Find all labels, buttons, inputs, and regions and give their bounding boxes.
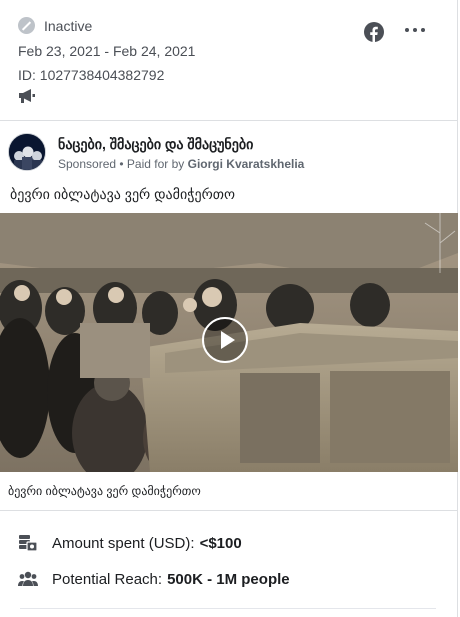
ad-card: Inactive Feb 23, 2021 - Feb 24, 2021 ID:… [0, 0, 458, 617]
status-row: Inactive [18, 17, 92, 34]
divider [0, 510, 458, 511]
amount-spent-value: <$100 [199, 534, 242, 552]
megaphone-icon [19, 89, 35, 103]
divider [0, 120, 458, 121]
amount-spent-row: Amount spent (USD): <$100 [18, 534, 242, 552]
potential-reach-value: 500K - 1M people [167, 570, 290, 588]
facebook-icon[interactable] [364, 22, 384, 42]
sponsored-label: Sponsored [58, 157, 117, 171]
people-icon [18, 571, 38, 586]
ad-id: ID: 1027738404382792 [18, 67, 165, 83]
sponsored-line: Sponsored • Paid for by Giorgi Kvaratskh… [58, 157, 304, 171]
potential-reach-label: Potential Reach: [52, 570, 163, 588]
inactive-status-icon [18, 17, 35, 34]
more-options-icon[interactable] [405, 28, 425, 34]
paid-for-prefix: • Paid for by [116, 157, 188, 171]
page-name-link[interactable]: ნაცები, შმაცები და შმაცუნები [58, 136, 253, 153]
status-text: Inactive [44, 17, 93, 34]
ad-body-text: ბევრი იბლატავა ვერ დამიჭერთო [10, 186, 235, 202]
page-avatar[interactable] [8, 133, 46, 171]
funder-name: Giorgi Kvaratskhelia [187, 157, 305, 171]
video-caption: ბევრი იბლატავა ვერ დამიჭერთო [8, 484, 201, 498]
money-stack-icon [19, 535, 38, 552]
amount-spent-label: Amount spent (USD): [52, 534, 195, 552]
play-icon[interactable] [202, 317, 248, 363]
date-range: Feb 23, 2021 - Feb 24, 2021 [18, 43, 196, 59]
divider [20, 608, 436, 609]
potential-reach-row: Potential Reach: 500K - 1M people [18, 570, 290, 588]
